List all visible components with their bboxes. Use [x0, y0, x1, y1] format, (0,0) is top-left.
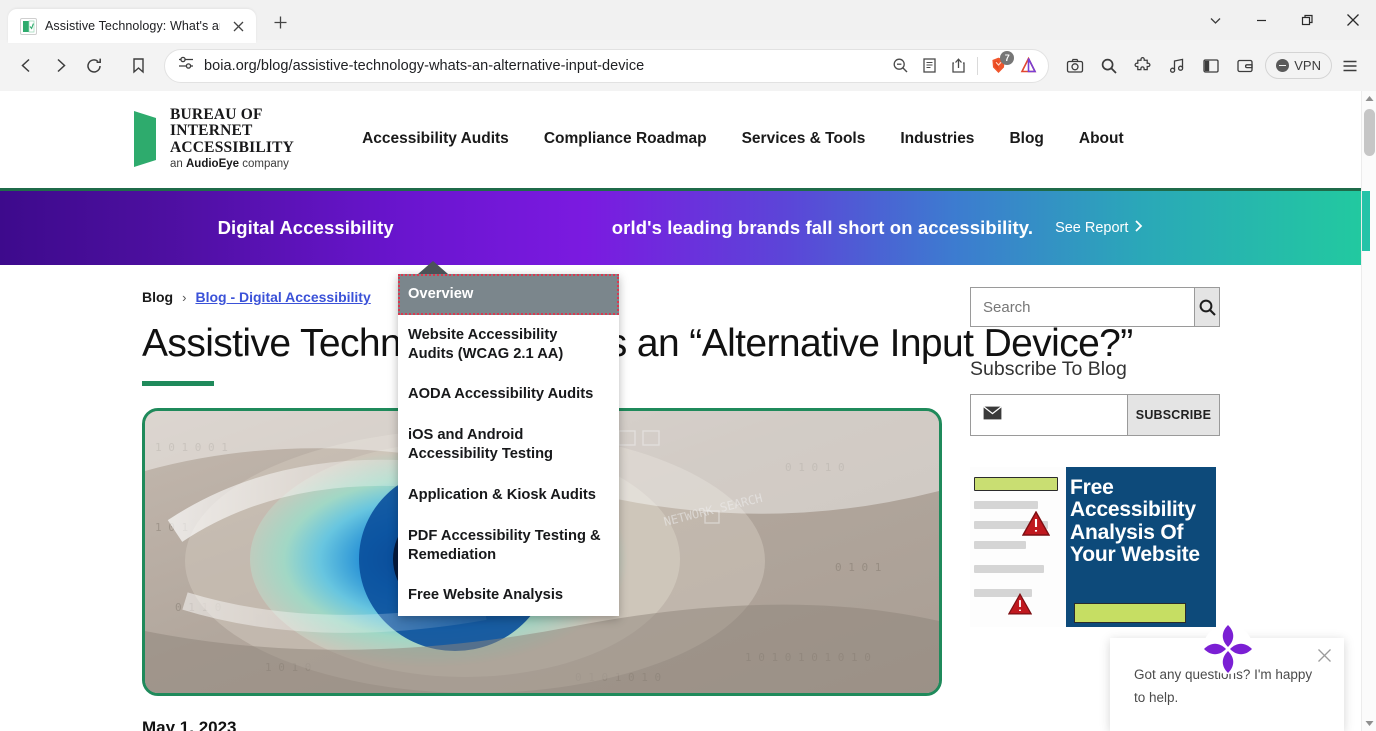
nav-item-about[interactable]: About	[1079, 124, 1124, 154]
brave-playlist-music-icon[interactable]	[1161, 50, 1193, 82]
bookmark-icon[interactable]	[122, 50, 154, 82]
breadcrumb-current-link[interactable]: Blog - Digital Accessibility	[195, 289, 370, 305]
new-tab-button[interactable]	[266, 8, 294, 36]
nav-item-accessibility-audits[interactable]: Accessibility Audits	[362, 124, 509, 154]
logo-line-2: INTERNET	[170, 122, 253, 140]
dropdown-item-application-kiosk-audits[interactable]: Application & Kiosk Audits	[398, 475, 619, 516]
address-bar[interactable]: boia.org/blog/assistive-technology-whats…	[164, 48, 1050, 83]
tune-sliders-icon[interactable]	[177, 54, 195, 77]
share-icon[interactable]	[944, 52, 972, 80]
email-field[interactable]	[971, 395, 1127, 435]
site-logo[interactable]: BUREAU OF INTERNET ACCESSIBILITY an Audi…	[132, 107, 294, 170]
shields-blocked-count: 7	[1000, 50, 1015, 65]
title-underline-rule	[142, 381, 214, 386]
window-controls	[1192, 0, 1376, 40]
scrollbar-down-arrow-icon[interactable]	[1362, 716, 1376, 731]
boia-logo-favicon-icon	[20, 17, 37, 35]
search-icon[interactable]	[1093, 50, 1125, 82]
promo-card-document-illustration	[970, 467, 1066, 627]
omnibox-divider	[977, 56, 979, 75]
site-navigation: Accessibility Audits Compliance Roadmap …	[362, 124, 1124, 154]
subscribe-button[interactable]: SUBSCRIBE	[1127, 395, 1219, 435]
free-analysis-promo-card[interactable]: Free Accessibility Analysis Of Your Webs…	[970, 467, 1216, 627]
promo-banner-text-end: orld's leading brands fall short on acce…	[611, 217, 1034, 238]
see-report-link[interactable]: See Report	[1055, 220, 1143, 236]
chevron-right-icon	[1134, 220, 1143, 236]
promo-banner-text-start: Digital Accessibility	[217, 217, 394, 238]
nav-item-compliance-roadmap[interactable]: Compliance Roadmap	[544, 124, 707, 154]
back-arrow-icon[interactable]	[10, 50, 42, 82]
breadcrumb-root[interactable]: Blog	[142, 289, 173, 305]
nav-item-blog[interactable]: Blog	[1009, 124, 1043, 154]
omnibox-icon-group: 7	[886, 50, 1042, 81]
dropdown-caret-icon	[418, 261, 448, 274]
logo-line-3: ACCESSIBILITY	[170, 138, 295, 156]
extensions-puzzle-icon[interactable]	[1127, 50, 1159, 82]
dropdown-item-overview[interactable]: Overview	[398, 274, 619, 315]
warning-triangle-icon	[1022, 511, 1050, 536]
reload-icon[interactable]	[78, 50, 110, 82]
dropdown-item-free-website-analysis[interactable]: Free Website Analysis	[398, 575, 619, 616]
page-scrollbar[interactable]	[1361, 91, 1376, 731]
sidebar-toggle-icon[interactable]	[1195, 50, 1227, 82]
page-viewport: BUREAU OF INTERNET ACCESSIBILITY an Audi…	[0, 91, 1376, 731]
envelope-icon	[983, 406, 1002, 424]
promo-card-title: Free Accessibility Analysis Of Your Webs…	[1070, 476, 1200, 566]
zoom-out-icon[interactable]	[886, 52, 914, 80]
browser-toolbar: boia.org/blog/assistive-technology-whats…	[0, 40, 1376, 91]
tab-strip: Assistive Technology: What's an	[0, 0, 1376, 43]
chat-tooltip-close-icon[interactable]	[1317, 648, 1332, 666]
promo-banner: Digital Accessibility orld's leading bra…	[0, 188, 1361, 265]
page-canvas: BUREAU OF INTERNET ACCESSIBILITY an Audi…	[0, 91, 1361, 731]
nav-item-services-tools[interactable]: Services & Tools	[742, 124, 866, 154]
subscribe-heading: Subscribe To Blog	[970, 358, 1127, 380]
vpn-button[interactable]: VPN	[1265, 52, 1332, 79]
nav-item-industries[interactable]: Industries	[900, 124, 974, 154]
promo-card-cta-button[interactable]	[1074, 603, 1186, 623]
tab-search-chevron-down-icon[interactable]	[1192, 0, 1238, 40]
url-text: boia.org/blog/assistive-technology-whats…	[204, 57, 645, 74]
breadcrumb-separator: ›	[182, 289, 187, 305]
hamburger-menu-icon[interactable]	[1334, 50, 1366, 82]
post-date: May 1, 2023	[142, 718, 237, 731]
dropdown-item-website-accessibility-audits[interactable]: Website Accessibility Audits (WCAG 2.1 A…	[398, 315, 619, 375]
blog-search	[970, 287, 1220, 327]
see-report-label: See Report	[1055, 220, 1129, 236]
subscribe-form: SUBSCRIBE	[970, 394, 1220, 436]
vpn-status-icon	[1276, 59, 1290, 72]
wallet-icon[interactable]	[1229, 50, 1261, 82]
svg-text:0 1 0 1: 0 1 0 1	[835, 561, 881, 574]
dropdown-item-ios-android-testing[interactable]: iOS and Android Accessibility Testing	[398, 415, 619, 475]
scrollbar-highlight-marker	[1362, 191, 1370, 251]
warning-triangle-icon-2	[1008, 593, 1032, 615]
scrollbar-up-arrow-icon[interactable]	[1362, 91, 1376, 106]
tab-title: Assistive Technology: What's an	[45, 19, 220, 33]
scrollbar-thumb[interactable]	[1364, 109, 1375, 156]
logo-line-1: BUREAU OF	[170, 106, 263, 124]
tab-close-icon[interactable]	[228, 16, 248, 36]
logo-tagline: an AudioEye company	[170, 157, 289, 170]
brave-shields-icon[interactable]: 7	[983, 50, 1015, 81]
restore-icon[interactable]	[1284, 0, 1330, 40]
search-input[interactable]	[971, 288, 1194, 326]
chat-agent-avatar-icon	[1202, 623, 1254, 675]
close-icon[interactable]	[1330, 0, 1376, 40]
brave-rewards-icon[interactable]	[1014, 52, 1042, 80]
minimize-icon[interactable]	[1238, 0, 1284, 40]
reader-mode-icon[interactable]	[915, 52, 943, 80]
browser-window: Assistive Technology: What's an boia.org…	[0, 0, 1376, 731]
search-submit-button[interactable]	[1194, 288, 1219, 326]
vpn-label: VPN	[1294, 58, 1321, 73]
screenshot-camera-icon[interactable]	[1059, 50, 1091, 82]
site-header: BUREAU OF INTERNET ACCESSIBILITY an Audi…	[0, 91, 1361, 187]
accessibility-audits-dropdown-menu: Overview Website Accessibility Audits (W…	[398, 261, 619, 617]
dropdown-item-aoda-accessibility-audits[interactable]: AODA Accessibility Audits	[398, 374, 619, 415]
browser-tab[interactable]: Assistive Technology: What's an	[8, 9, 256, 43]
dropdown-item-pdf-testing-remediation[interactable]: PDF Accessibility Testing & Remediation	[398, 516, 619, 576]
boia-logo-mark-icon	[132, 109, 160, 169]
forward-arrow-icon[interactable]	[44, 50, 76, 82]
site-logo-text: BUREAU OF INTERNET ACCESSIBILITY an Audi…	[170, 107, 294, 170]
